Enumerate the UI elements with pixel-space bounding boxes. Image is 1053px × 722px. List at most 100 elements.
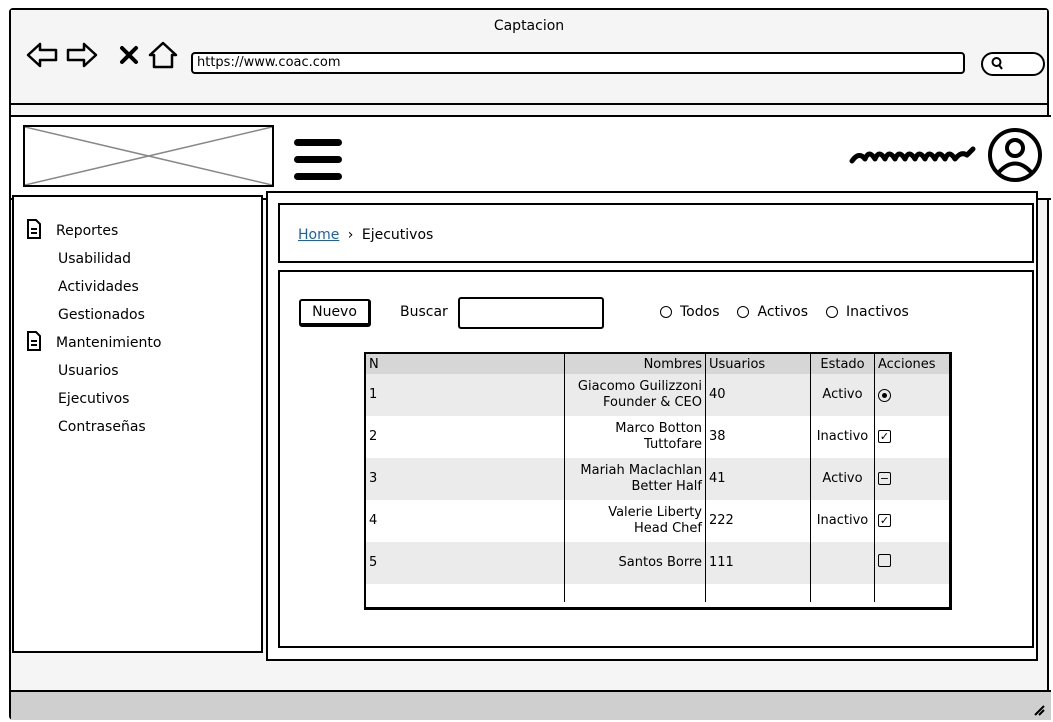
executive-role: Head Chef xyxy=(633,521,702,536)
filter-todos-radio[interactable]: Todos xyxy=(660,304,719,320)
column-header-estado[interactable]: Estado xyxy=(810,354,875,374)
sidebar-item-ejecutivos[interactable]: Ejecutivos xyxy=(26,385,161,413)
table-empty-row xyxy=(366,584,949,602)
app-header xyxy=(11,115,1051,200)
filter-label: Todos xyxy=(680,304,720,320)
forward-arrow-icon[interactable] xyxy=(65,40,99,70)
cell-estado: Inactivo xyxy=(810,500,875,542)
search-icon xyxy=(991,56,1003,74)
sidebar: Reportes Usabilidad Actividades Gestiona… xyxy=(12,195,263,653)
filter-inactivos-radio[interactable]: Inactivos xyxy=(826,304,909,320)
cell-usuarios: 38 xyxy=(705,416,811,458)
column-header-nombres[interactable]: Nombres xyxy=(564,354,706,374)
status-filter-group: Todos Activos Inactivos xyxy=(660,304,927,320)
empty-cell xyxy=(705,584,811,602)
cell-estado: Activo xyxy=(810,458,875,500)
table-row[interactable]: 5 Santos Borre 111 xyxy=(366,542,949,584)
scribbled-username-icon xyxy=(849,146,976,164)
sidebar-item-usabilidad[interactable]: Usabilidad xyxy=(26,245,145,273)
cell-acciones: − xyxy=(874,458,949,500)
executive-name: Mariah Maclachlan xyxy=(580,463,702,478)
cell-estado: Activo xyxy=(810,374,875,416)
cell-usuarios: 40 xyxy=(705,374,811,416)
row-action-checkbox[interactable]: ✓ xyxy=(878,430,891,443)
cell-usuarios: 111 xyxy=(705,542,811,584)
radio-unselected-icon xyxy=(737,306,750,318)
cell-acciones: ✓ xyxy=(874,416,949,458)
browser-titlebar: Captacion https://www.coac.com xyxy=(11,10,1047,105)
user-avatar-icon[interactable] xyxy=(987,127,1043,183)
resize-grip-icon[interactable] xyxy=(1031,702,1045,716)
image-placeholder-icon xyxy=(23,125,274,187)
home-icon[interactable] xyxy=(147,40,179,70)
cell-acciones xyxy=(874,542,949,584)
nuevo-button[interactable]: Nuevo xyxy=(299,299,371,327)
breadcrumb: Home › Ejecutivos xyxy=(278,203,1034,263)
empty-cell xyxy=(564,584,706,602)
document-icon xyxy=(26,330,48,356)
empty-cell xyxy=(810,584,875,602)
radio-unselected-icon xyxy=(660,306,672,318)
cell-estado: Inactivo xyxy=(810,416,875,458)
sidebar-item-mantenimiento[interactable]: Mantenimiento xyxy=(26,329,161,357)
document-icon xyxy=(26,218,48,244)
empty-cell xyxy=(366,584,565,602)
browser-search-button[interactable] xyxy=(981,52,1045,76)
filter-label: Inactivos xyxy=(846,304,909,320)
cell-n: 5 xyxy=(366,542,565,584)
cell-n: 2 xyxy=(366,416,565,458)
cell-nombres: Valerie Liberty Head Chef xyxy=(564,500,706,542)
row-action-checkbox[interactable]: − xyxy=(878,472,891,485)
cell-usuarios: 222 xyxy=(705,500,811,542)
cell-nombres: Giacomo Guilizzoni Founder & CEO xyxy=(564,374,706,416)
breadcrumb-home-link[interactable]: Home xyxy=(298,227,339,243)
sidebar-item-actividades[interactable]: Actividades xyxy=(26,273,145,301)
executive-name: Santos Borre xyxy=(618,555,702,570)
executives-table: N Nombres Usuarios Estado Acciones 1 Giac… xyxy=(364,352,952,610)
cell-n: 4 xyxy=(366,500,565,542)
cell-nombres: Mariah Maclachlan Better Half xyxy=(564,458,706,500)
status-bar xyxy=(11,690,1051,720)
hamburger-menu-icon[interactable] xyxy=(294,137,342,183)
cell-estado xyxy=(810,542,875,584)
executive-name: Valerie Liberty xyxy=(608,505,702,520)
column-header-n[interactable]: N xyxy=(366,354,565,374)
sidebar-item-contrasenas[interactable]: Contraseñas xyxy=(26,413,161,441)
buscar-label: Buscar xyxy=(400,304,448,320)
filter-label: Activos xyxy=(757,304,809,320)
sidebar-item-gestionados[interactable]: Gestionados xyxy=(26,301,145,329)
executive-name: Giacomo Guilizzoni xyxy=(577,379,702,394)
row-action-radio[interactable] xyxy=(878,389,891,402)
table-header-row: N Nombres Usuarios Estado Acciones xyxy=(366,354,949,374)
cell-acciones: ✓ xyxy=(874,500,949,542)
back-arrow-icon[interactable] xyxy=(25,40,59,70)
table-row[interactable]: 4 Valerie Liberty Head Chef 222 Inactivo ✓ xyxy=(366,500,949,542)
address-bar[interactable]: https://www.coac.com xyxy=(191,52,965,74)
empty-cell xyxy=(875,584,950,602)
search-input[interactable] xyxy=(458,297,604,329)
breadcrumb-current: Ejecutivos xyxy=(361,227,434,243)
column-header-usuarios[interactable]: Usuarios xyxy=(705,354,811,374)
close-x-icon[interactable] xyxy=(119,45,139,65)
filter-activos-radio[interactable]: Activos xyxy=(737,304,808,320)
table-row[interactable]: 3 Mariah Maclachlan Better Half 41 Activo − xyxy=(366,458,949,500)
sidebar-group-reportes: Reportes Usabilidad Actividades Gestiona… xyxy=(26,217,145,329)
executive-role: Tuttofare xyxy=(644,437,702,452)
column-header-acciones[interactable]: Acciones xyxy=(874,354,949,374)
cell-usuarios: 41 xyxy=(705,458,811,500)
sidebar-item-usuarios[interactable]: Usuarios xyxy=(26,357,161,385)
row-action-checkbox[interactable]: ✓ xyxy=(878,514,891,527)
cell-acciones xyxy=(874,374,949,416)
table-row[interactable]: 2 Marco Botton Tuttofare 38 Inactivo ✓ xyxy=(366,416,949,458)
window-title: Captacion xyxy=(493,18,565,34)
radio-dot-icon xyxy=(882,393,887,398)
breadcrumb-separator: › xyxy=(347,227,354,243)
sidebar-item-label: Reportes xyxy=(56,223,119,239)
cell-n: 1 xyxy=(366,374,565,416)
table-row[interactable]: 1 Giacomo Guilizzoni Founder & CEO 40 Activo xyxy=(366,374,949,416)
cell-nombres: Marco Botton Tuttofare xyxy=(564,416,706,458)
executive-role: Founder & CEO xyxy=(603,395,702,410)
executive-name: Marco Botton xyxy=(615,421,702,436)
sidebar-item-reportes[interactable]: Reportes xyxy=(26,217,145,245)
row-action-checkbox[interactable] xyxy=(878,554,891,567)
